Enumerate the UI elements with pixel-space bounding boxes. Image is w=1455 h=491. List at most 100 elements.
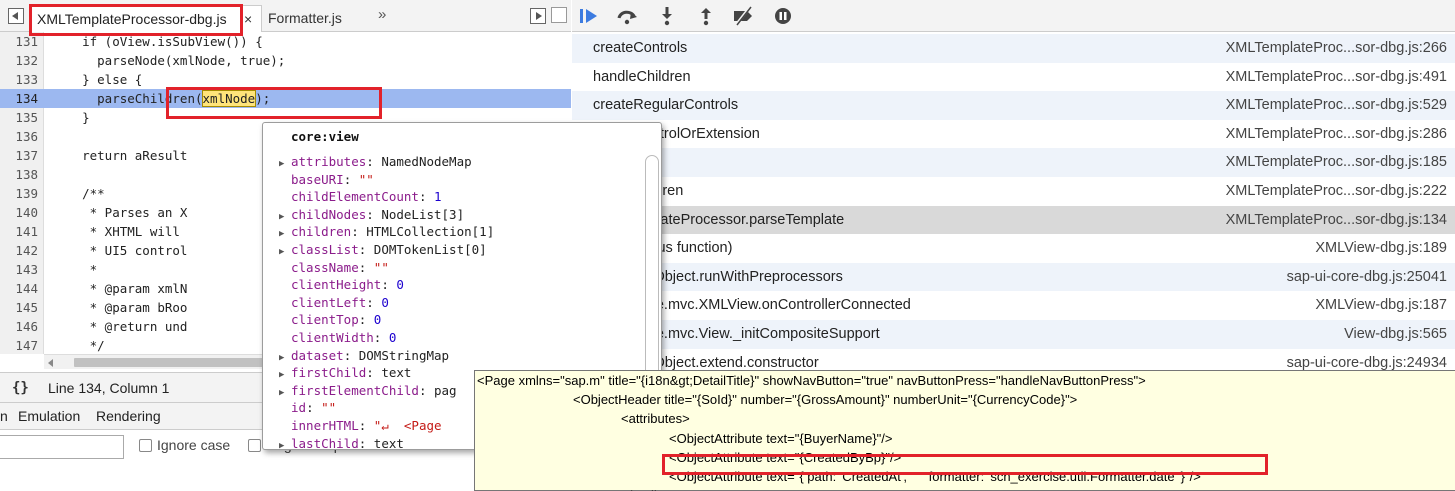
code-text: return aResult xyxy=(52,148,188,163)
collapse-sidebar-icon[interactable] xyxy=(551,7,567,23)
property-value: 1 xyxy=(434,189,442,205)
tab-emulation[interactable]: Emulation xyxy=(18,403,80,430)
line-number[interactable]: 134 xyxy=(0,89,38,108)
xml-line: <ObjectAttribute text="{BuyerName}"/> xyxy=(669,430,893,446)
property-value: 0 xyxy=(396,277,404,293)
line-number[interactable]: 146 xyxy=(0,317,38,336)
code-text: * @param xmlN xyxy=(52,281,188,296)
line-number[interactable]: 147 xyxy=(0,336,38,354)
toggle-debugger-icon[interactable] xyxy=(530,8,546,24)
toggle-navigator-icon[interactable] xyxy=(8,8,24,24)
frame-location[interactable]: XMLView-dbg.js:189 xyxy=(1315,234,1447,263)
line-number[interactable]: 144 xyxy=(0,279,38,298)
more-tabs-icon[interactable]: » xyxy=(378,6,386,23)
separator: : xyxy=(366,206,382,222)
call-frame[interactable]: sap.ui.core.mvc.View._initCompositeSuppo… xyxy=(572,320,1455,349)
frame-location[interactable]: sap-ui-core-dbg.js:25041 xyxy=(1287,263,1447,292)
line-number[interactable]: 135 xyxy=(0,108,38,127)
property-name: dataset xyxy=(291,347,344,363)
line-number[interactable]: 141 xyxy=(0,222,38,241)
property-row: childElementCount: 1 xyxy=(279,188,442,206)
property-row[interactable]: ▶ firstElementChild: pag xyxy=(279,382,457,400)
close-icon[interactable]: × xyxy=(244,6,252,32)
ignore-case-checkbox[interactable] xyxy=(139,439,152,452)
step-out-icon[interactable] xyxy=(695,6,717,26)
call-frame[interactable]: (anonymous function) XMLView-dbg.js:189 xyxy=(572,234,1455,263)
property-name: clientLeft xyxy=(291,294,367,310)
step-into-icon[interactable] xyxy=(656,6,678,26)
frame-location[interactable]: XMLTemplateProc...sor-dbg.js:222 xyxy=(1226,177,1447,206)
pause-on-exceptions-icon[interactable] xyxy=(772,6,794,26)
separator: : xyxy=(358,312,374,328)
regex-checkbox[interactable] xyxy=(248,439,261,452)
frame-location[interactable]: XMLTemplateProc...sor-dbg.js:491 xyxy=(1226,63,1447,92)
property-name: innerHTML xyxy=(291,418,359,433)
frame-location[interactable]: XMLTemplateProc...sor-dbg.js:185 xyxy=(1226,148,1447,177)
line-number[interactable]: 140 xyxy=(0,203,38,222)
frame-location[interactable]: XMLView-dbg.js:187 xyxy=(1315,291,1447,320)
line-number[interactable]: 132 xyxy=(0,51,38,70)
code-text: } xyxy=(52,110,90,125)
annotation-box-tab xyxy=(29,4,243,36)
property-value: DOMTokenList[0] xyxy=(373,242,487,257)
tab-console[interactable]: n xyxy=(0,403,8,430)
line-number[interactable]: 136 xyxy=(0,127,38,146)
property-row[interactable]: ▶ lastChild: text xyxy=(279,435,404,450)
call-frame[interactable]: createControlOrExtension XMLTemplateProc.… xyxy=(572,120,1455,149)
property-value: HTMLCollection[1] xyxy=(366,224,495,240)
property-row: clientTop: 0 xyxy=(279,311,381,329)
property-row: clientLeft: 0 xyxy=(279,294,389,312)
property-row[interactable]: ▶ childNodes: NodeList[3] xyxy=(279,206,464,224)
line-number[interactable]: 142 xyxy=(0,241,38,260)
frame-location[interactable]: View-dbg.js:565 xyxy=(1344,320,1447,349)
call-frame[interactable]: XMLTemplateProc...sor-dbg.js:185 xyxy=(572,148,1455,177)
code-text: * @return und xyxy=(52,319,188,334)
code-text: */ xyxy=(52,338,105,353)
separator: : xyxy=(358,259,374,275)
tab-rendering[interactable]: Rendering xyxy=(96,403,161,430)
property-row[interactable]: ▶ attributes: NamedNodeMap xyxy=(279,153,472,171)
line-number[interactable]: 133 xyxy=(0,70,38,89)
line-number[interactable]: 138 xyxy=(0,165,38,184)
property-row[interactable]: ▶ firstChild: text xyxy=(279,364,411,382)
frame-location[interactable]: XMLTemplateProc...sor-dbg.js:266 xyxy=(1226,34,1447,63)
separator: : xyxy=(366,294,382,310)
search-input[interactable] xyxy=(0,435,124,459)
expand-triangle-icon[interactable]: ▶ xyxy=(279,438,291,449)
property-row[interactable]: ▶ classList: DOMTokenList[0] xyxy=(279,241,487,259)
property-name: children xyxy=(291,224,352,240)
call-frame[interactable]: createControls XMLTemplateProc...sor-dbg.… xyxy=(572,34,1455,63)
property-value: "" xyxy=(373,259,389,275)
line-number[interactable]: 143 xyxy=(0,260,38,279)
call-frame[interactable]: sap.ui.core.mvc.XMLView.onControllerConn… xyxy=(572,291,1455,320)
call-frame[interactable]: ManagedObject.runWithPreprocessors sap-ui… xyxy=(572,262,1455,292)
frame-location[interactable]: XMLTemplateProc...sor-dbg.js:286 xyxy=(1226,120,1447,149)
line-number[interactable]: 145 xyxy=(0,298,38,317)
frame-location[interactable]: XMLTemplateProc...sor-dbg.js:134 xyxy=(1226,206,1447,235)
call-frame[interactable]: parseChildrenXMLTemplateProc...sor-dbg.j… xyxy=(572,177,1455,206)
xml-line: </attributes> xyxy=(621,486,693,491)
code-text: * UI5 control xyxy=(52,243,188,258)
pretty-print-button[interactable]: {} xyxy=(12,373,29,403)
call-stack-list: createControls XMLTemplateProc...sor-dbg.… xyxy=(572,34,1455,406)
resume-icon[interactable] xyxy=(578,6,600,26)
separator: : xyxy=(358,435,374,450)
tab-formatter[interactable]: Formatter.js xyxy=(262,5,372,32)
deactivate-breakpoints-icon[interactable] xyxy=(732,6,754,26)
separator: : xyxy=(373,330,389,345)
call-frame[interactable]: createRegularControls XMLTemplateProc...s… xyxy=(572,91,1455,120)
call-frame[interactable]: XMLTemplateProcessor.parseTemplate XMLTem… xyxy=(572,205,1455,235)
step-over-icon[interactable] xyxy=(616,6,638,26)
property-row[interactable]: ▶ children: HTMLCollection[1] xyxy=(279,223,494,241)
line-number[interactable]: 137 xyxy=(0,146,38,165)
call-frame[interactable]: handleChildren XMLTemplateProc...sor-dbg.… xyxy=(572,63,1455,92)
property-row[interactable]: ▶ dataset: DOMStringMap xyxy=(279,347,449,365)
frame-function: handleChildren xyxy=(593,68,691,85)
separator: : xyxy=(418,382,434,398)
frame-function: createControls xyxy=(593,40,688,56)
code-line[interactable]: 132 parseNode(xmlNode, true); xyxy=(0,51,571,70)
line-number[interactable]: 139 xyxy=(0,184,38,203)
frame-location[interactable]: XMLTemplateProc...sor-dbg.js:529 xyxy=(1226,91,1447,120)
property-name: className xyxy=(291,259,359,275)
scroll-left-icon[interactable] xyxy=(48,359,53,367)
